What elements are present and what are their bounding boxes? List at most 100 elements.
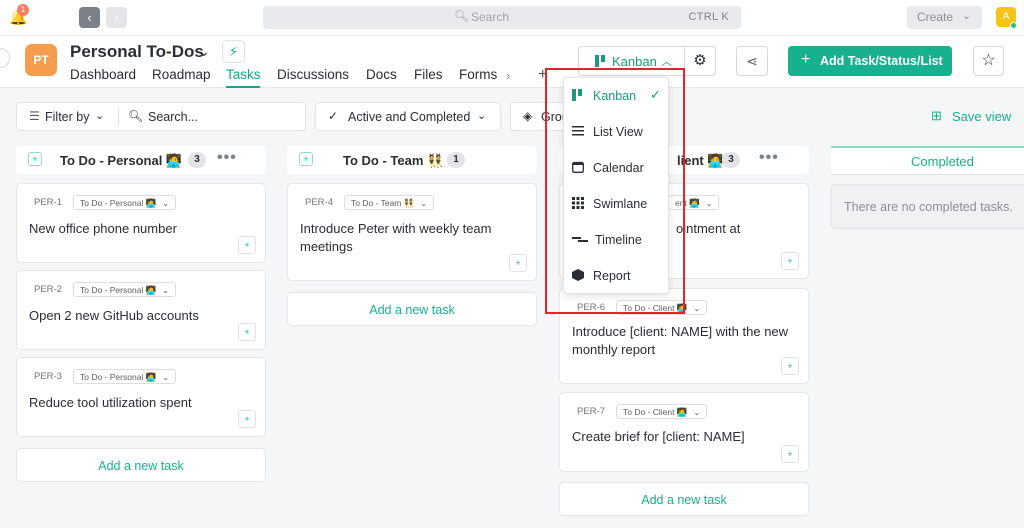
add-task-button-label: Add Task/Status/List: [820, 54, 943, 68]
task-title: ointment at: [676, 221, 741, 236]
space-avatar[interactable]: PT: [25, 44, 57, 76]
favorite-star-icon[interactable]: ☆: [973, 46, 1004, 76]
active-tab-indicator: [226, 86, 260, 88]
empty-state-text: There are no completed tasks.: [844, 200, 1013, 214]
search-icon: 🔍︎: [128, 109, 144, 123]
divider: [118, 108, 119, 126]
column-title: To Do - Team 👯: [343, 153, 444, 168]
column-assign-icon[interactable]: +: [28, 152, 42, 166]
share-icon[interactable]: ⋖: [736, 46, 768, 76]
task-status-dropdown[interactable]: To Do - Personal 🧑‍💻 ⌄: [73, 369, 176, 384]
filter-by-button[interactable]: Filter by: [45, 110, 89, 124]
task-card[interactable]: PER-4 To Do - Team 👯 ⌄ Introduce Peter wi…: [287, 183, 537, 281]
assign-user-icon[interactable]: +: [509, 254, 527, 272]
space-title[interactable]: Personal To-Dos: [70, 42, 204, 62]
chevron-down-icon: ⌄: [162, 286, 169, 295]
add-task-status-list-button[interactable]: + Add Task/Status/List: [788, 46, 952, 76]
filter-search-bar: ☰ Filter by ⌄ 🔍︎ Search...: [16, 102, 306, 131]
assign-user-icon[interactable]: +: [238, 410, 256, 428]
add-new-task-button[interactable]: Add a new task: [16, 448, 266, 482]
top-bar: 🔔 1 ‹ › 🔍︎ Search CTRL K Create ⌄ A: [0, 0, 1024, 36]
tab-docs[interactable]: Docs: [366, 67, 397, 82]
tabs-more-chevron-icon[interactable]: ›: [506, 68, 510, 83]
assign-user-icon[interactable]: +: [781, 357, 799, 375]
task-id: PER-7: [577, 406, 605, 417]
task-status-label: To Do - Client 🧑‍💻: [623, 407, 688, 417]
column-assign-icon[interactable]: +: [299, 152, 313, 166]
task-id: PER-1: [34, 197, 62, 208]
task-status-label: To Do - Team 👯: [351, 198, 415, 208]
user-avatar[interactable]: A: [996, 7, 1017, 29]
chevron-down-icon: ⌄: [705, 199, 713, 208]
task-title: Introduce Peter with weekly team meeting…: [300, 221, 492, 254]
global-search-input[interactable]: 🔍︎ Search CTRL K: [263, 6, 741, 29]
task-id: PER-2: [34, 284, 62, 295]
sidebar-toggle[interactable]: [0, 48, 10, 68]
tab-tasks[interactable]: Tasks: [226, 67, 261, 82]
tab-roadmap[interactable]: Roadmap: [152, 67, 211, 82]
task-id: PER-3: [34, 371, 62, 382]
column-menu-icon[interactable]: •••: [759, 149, 779, 167]
automation-bolt-icon[interactable]: ⚡︎: [222, 40, 245, 63]
task-status-dropdown[interactable]: To Do - Personal 🧑‍💻 ⌄: [73, 282, 176, 297]
active-completed-filter[interactable]: ✓ Active and Completed ⌄: [315, 102, 501, 131]
chevron-down-icon: ⌄: [420, 199, 428, 208]
task-card[interactable]: PER-2 To Do - Personal 🧑‍💻 ⌄ Open 2 new G…: [16, 270, 266, 350]
save-view-label: Save view: [952, 109, 1012, 124]
check-circle-icon: ✓: [328, 109, 339, 123]
chevron-down-icon: ⌄: [477, 110, 487, 122]
assign-user-icon[interactable]: +: [781, 252, 799, 270]
chevron-down-icon[interactable]: ⌄: [198, 43, 210, 60]
column-menu-icon[interactable]: •••: [217, 149, 237, 167]
view-settings-gear-icon[interactable]: ⚙︎: [684, 46, 716, 76]
column-count-badge: 3: [188, 152, 206, 168]
chevron-down-icon: ⌄: [693, 408, 701, 417]
task-status-label: To Do - Personal 🧑‍💻: [80, 372, 157, 382]
add-new-task-button[interactable]: Add a new task: [287, 292, 537, 326]
task-title: Reduce tool utilization spent: [29, 395, 192, 410]
assign-user-icon[interactable]: +: [238, 236, 256, 254]
tab-dashboard[interactable]: Dashboard: [70, 67, 136, 82]
column-count-badge: 3: [722, 152, 740, 168]
assign-user-icon[interactable]: +: [781, 445, 799, 463]
tab-files[interactable]: Files: [414, 67, 443, 82]
task-title: Introduce [client: NAME] with the new mo…: [572, 324, 789, 357]
task-title: Open 2 new GitHub accounts: [29, 308, 199, 323]
task-title: New office phone number: [29, 221, 177, 236]
chevron-down-icon: ⌄: [95, 110, 105, 122]
layers-icon: ◈: [523, 109, 533, 123]
create-button[interactable]: Create ⌄: [907, 6, 982, 29]
empty-state: There are no completed tasks.: [831, 184, 1024, 229]
task-status-label: To Do - Personal 🧑‍💻: [80, 285, 157, 295]
annotation-highlight-box: [545, 68, 685, 314]
tab-forms[interactable]: Forms: [459, 67, 497, 82]
task-card[interactable]: PER-1 To Do - Personal 🧑‍💻 ⌄ New office p…: [16, 183, 266, 263]
task-status-label: To Do - Personal 🧑‍💻: [80, 198, 157, 208]
bookmark-plus-icon: ⊞: [931, 108, 942, 123]
view-switcher-label: Kanban: [612, 54, 657, 69]
task-id: PER-4: [305, 197, 333, 208]
task-search-input[interactable]: Search...: [148, 110, 198, 124]
task-status-dropdown[interactable]: To Do - Team 👯 ⌄: [344, 195, 435, 210]
chevron-down-icon: ⌄: [962, 10, 972, 22]
task-card[interactable]: PER-7 To Do - Client 🧑‍💻 ⌄ Create brief f…: [559, 392, 809, 472]
back-button[interactable]: ‹: [79, 7, 100, 28]
task-card[interactable]: PER-3 To Do - Personal 🧑‍💻 ⌄ Reduce tool …: [16, 357, 266, 437]
add-new-task-button[interactable]: Add a new task: [559, 482, 809, 516]
kanban-icon: [595, 55, 605, 67]
search-icon: 🔍︎: [454, 9, 470, 23]
user-initial: A: [1002, 11, 1010, 22]
column-header-personal: + To Do - Personal 🧑‍💻 3 •••: [16, 146, 266, 174]
task-status-dropdown[interactable]: To Do - Personal 🧑‍💻 ⌄: [73, 195, 176, 210]
task-status-dropdown[interactable]: To Do - Client 🧑‍💻 ⌄: [616, 404, 708, 419]
forward-button[interactable]: ›: [106, 7, 127, 28]
task-title: Create brief for [client: NAME]: [572, 429, 745, 444]
assign-user-icon[interactable]: +: [238, 323, 256, 341]
create-button-label: Create: [917, 10, 954, 24]
chevron-down-icon: ⌄: [162, 373, 169, 382]
notifications-bell-icon[interactable]: 🔔 1: [9, 4, 29, 26]
tab-discussions[interactable]: Discussions: [277, 67, 349, 82]
global-search-placeholder: Search: [471, 10, 510, 24]
chevron-down-icon: ⌄: [162, 199, 169, 208]
online-status-dot: [1010, 22, 1017, 29]
